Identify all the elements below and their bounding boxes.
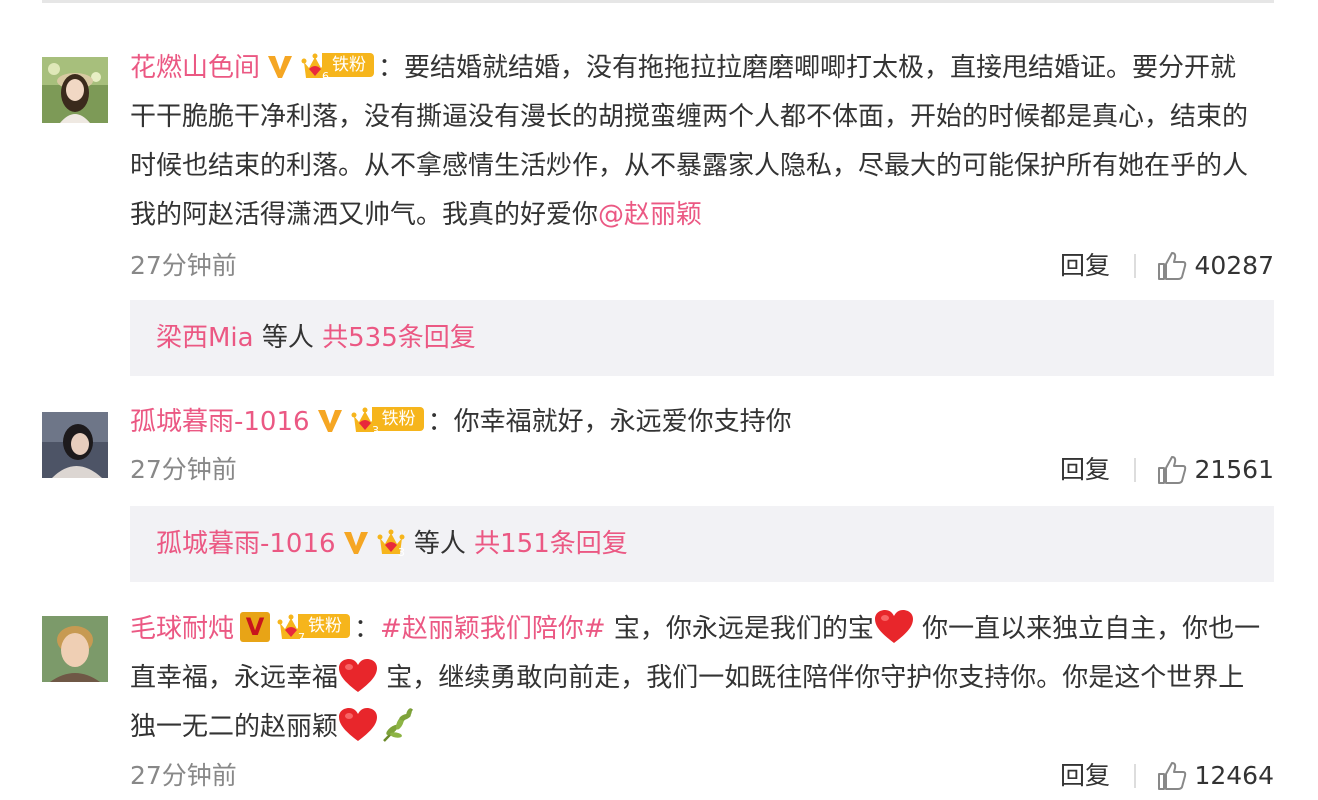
avatar[interactable] — [42, 412, 108, 478]
comment-text-segment: 宝，你永远是我们的宝 — [613, 614, 874, 644]
comment: 毛球耐炖 V 7 铁粉 ：#赵丽颖我们陪你# 宝，你永远是我们的宝 你一直以来独立自主，… — [130, 605, 1274, 752]
thumbs-up-icon[interactable] — [1156, 760, 1188, 792]
replies-count-link[interactable]: 共151条回复 — [474, 529, 628, 559]
reply-button[interactable]: 回复 — [1060, 756, 1110, 796]
verified-v-icon — [343, 532, 368, 554]
verified-v-icon — [268, 56, 293, 78]
reply-button[interactable]: 回复 — [1060, 246, 1110, 286]
fan-badge[interactable]: 3 铁粉 — [350, 404, 424, 437]
timestamp: 27分钟前 — [130, 455, 237, 484]
fan-level: 7 — [298, 631, 305, 643]
fan-level: 3 — [398, 546, 405, 558]
comment-text-segment: 独一无二的赵丽颖 — [130, 712, 339, 742]
comment-text-line: 要结婚就结婚，没有拖拖拉拉磨磨唧唧打太极，直接甩结婚证。要分开就 — [404, 53, 1237, 83]
comment-text-segment: 直幸福，永远幸福 — [130, 663, 339, 693]
replies-count-link[interactable]: 共535条回复 — [322, 323, 476, 353]
replies-summary[interactable]: 梁西Mia 等人 共535条回复 — [130, 300, 1274, 376]
like-count: 12464 — [1194, 761, 1274, 790]
comment-text-line: 时候也结束的利落。从不拿感情生活炒作，从不暴露家人隐私，尽最大的可能保护所有她在… — [130, 151, 1249, 181]
thumbs-up-icon[interactable] — [1156, 454, 1188, 486]
like-count: 21561 — [1194, 455, 1274, 484]
comment: 孤城暮雨-1016 3 铁粉 ：你幸福就好，永远爱你支持你 — [130, 398, 1274, 447]
reply-user-link[interactable]: 孤城暮雨-1016 — [156, 529, 336, 559]
comment-meta: 27分钟前 回复 12464 — [130, 756, 1274, 796]
avatar[interactable] — [42, 57, 108, 123]
username-link[interactable]: 孤城暮雨-1016 — [130, 407, 310, 437]
reply-button[interactable]: 回复 — [1060, 450, 1110, 490]
comment-text-segment: 宝，继续勇敢向前走，我们一如既往陪伴你守护你支持你。你是这个世界上 — [386, 663, 1245, 693]
comment-text: 你幸福就好，永远爱你支持你 — [453, 407, 792, 437]
mention-link[interactable]: @赵丽颖 — [598, 200, 702, 230]
comment: 花燃山色间 6 铁粉 ：要结婚就结婚，没有拖拖拉拉磨磨唧唧打太极，直接甩结婚证。要分开… — [130, 44, 1274, 240]
divider — [1134, 764, 1136, 788]
comment-text-line: 干干脆脆干净利落，没有撕逼没有漫长的胡搅蛮缠两个人都不体面，开始的时候都是真心，… — [130, 102, 1249, 132]
fan-badge[interactable]: 7 铁粉 — [276, 611, 351, 644]
username-link[interactable]: 花燃山色间 — [130, 53, 260, 83]
avatar[interactable] — [42, 616, 108, 682]
heart-emoji — [874, 610, 913, 643]
heart-emoji — [339, 659, 378, 692]
hashtag-link[interactable]: #赵丽颖我们陪你# — [380, 614, 606, 644]
fan-level: 3 — [372, 424, 379, 436]
olive-branch-emoji — [383, 708, 414, 742]
divider — [1134, 458, 1136, 482]
verified-v-icon — [317, 410, 342, 432]
fan-badge[interactable]: 6 铁粉 — [300, 50, 375, 83]
replies-middle-text: 等人 — [261, 323, 314, 353]
reply-user-link[interactable]: 梁西Mia — [156, 323, 254, 353]
divider-line — [42, 0, 1274, 3]
like-count: 40287 — [1194, 251, 1274, 280]
comment-meta: 27分钟前 回复 40287 — [130, 246, 1274, 286]
comment-text-line: 我的阿赵活得潇洒又帅气。我真的好爱你 — [130, 200, 599, 230]
crown-icon: 3 — [350, 404, 380, 437]
crown-icon: 6 — [300, 50, 330, 83]
vip-v-icon: V — [240, 612, 271, 642]
thumbs-up-icon[interactable] — [1156, 250, 1188, 282]
crown-icon: 3 — [376, 512, 406, 559]
crown-icon: 7 — [276, 611, 306, 644]
comment-meta: 27分钟前 回复 21561 — [130, 450, 1274, 490]
divider — [1134, 254, 1136, 278]
fan-level: 6 — [322, 70, 329, 82]
timestamp: 27分钟前 — [130, 761, 237, 790]
replies-middle-text: 等人 — [413, 529, 466, 559]
replies-summary[interactable]: 孤城暮雨-1016 3 等人 共151条回复 — [130, 506, 1274, 582]
comment-text-segment: 你一直以来独立自主，你也一 — [922, 614, 1261, 644]
heart-emoji — [339, 708, 378, 741]
timestamp: 27分钟前 — [130, 251, 237, 280]
username-link[interactable]: 毛球耐炖 — [130, 614, 234, 644]
